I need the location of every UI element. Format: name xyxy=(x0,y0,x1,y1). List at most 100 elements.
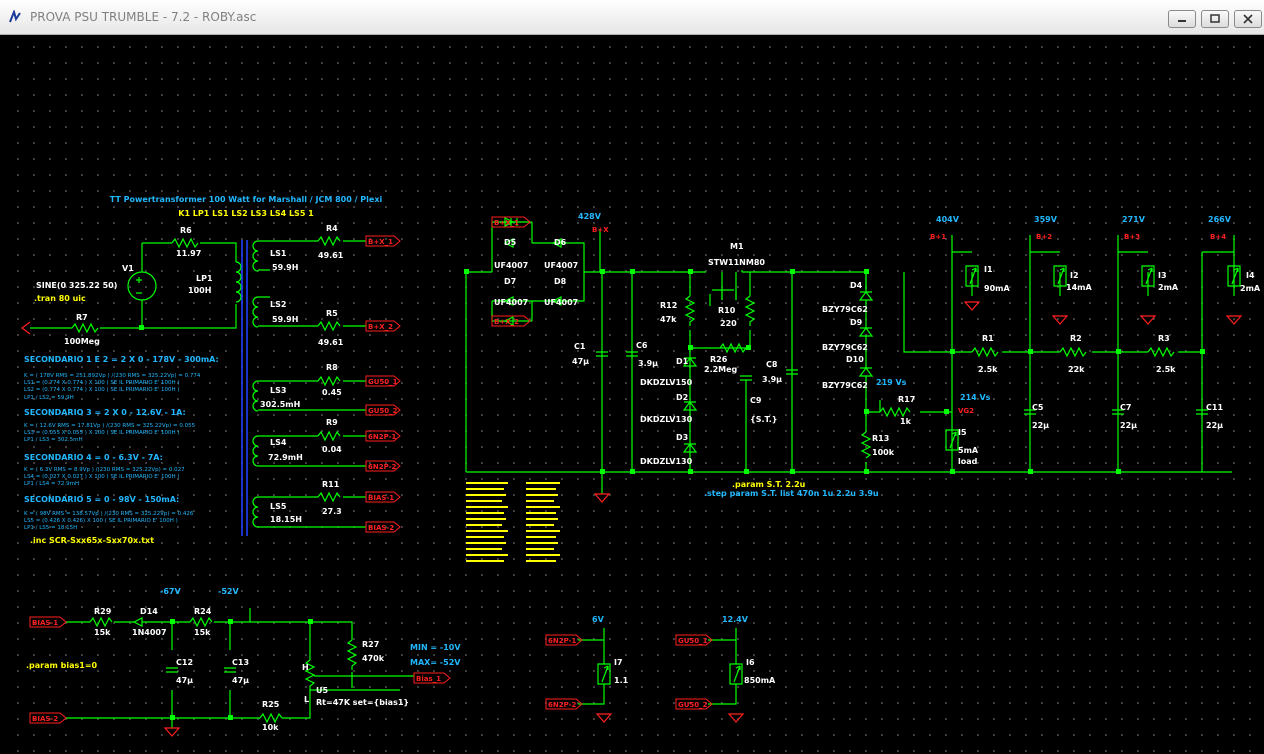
model-directive-block xyxy=(466,482,560,562)
note-sec12-title: SECONDARIO 1 E 2 = 2 X 0 - 178V - 300mA: xyxy=(24,355,219,364)
wires xyxy=(30,221,1235,728)
close-button[interactable] xyxy=(1234,10,1262,28)
voltage-minus67: -67V xyxy=(160,587,181,596)
c11-label: C11 xyxy=(1206,403,1223,412)
header-title: TT Powertransformer 100 Watt for Marshal… xyxy=(110,195,383,204)
ls4-label: LS4 xyxy=(270,438,287,447)
net-bias2-in: BIAS-2 xyxy=(32,715,58,723)
r3-label: R3 xyxy=(1158,334,1170,343)
ls1-label: LS1 xyxy=(270,249,287,258)
net-bias1-in: BIAS-1 xyxy=(32,619,58,627)
r4-label: R4 xyxy=(326,224,338,233)
net-bp1: B+1 xyxy=(930,233,946,241)
r24-label: R24 xyxy=(194,607,212,616)
r12-value: 47k xyxy=(660,315,677,324)
d2-label: D2 xyxy=(676,393,688,402)
close-icon xyxy=(1243,14,1253,24)
header-coupling: K1 LP1 LS1 LS2 LS3 LS4 LS5 1 xyxy=(178,209,314,218)
voltage-214: 214 Vs xyxy=(960,393,991,402)
note-sec4-line: LP1 / LS4 = 72.9mH xyxy=(24,481,79,487)
r25-label: R25 xyxy=(262,700,280,709)
note-sec3-line: K = ( 12.6V RMS = 17.81Vp ) /(230 RMS = … xyxy=(24,423,196,429)
c8-label: C8 xyxy=(766,360,778,369)
i3-label: I3 xyxy=(1158,271,1167,280)
r26-label: R26 xyxy=(710,355,728,364)
note-sec4-line: LS4 = (0.027 X 0.027 ) X 100 ( SE IL PRI… xyxy=(24,474,180,480)
c7-value: 22µ xyxy=(1120,421,1137,430)
i4-label: I4 xyxy=(1246,271,1255,280)
v1-label: V1 xyxy=(122,264,134,273)
note-sec4-line: K = ( 6.3V RMS = 8.9Vp ) /(230 RMS = 325… xyxy=(24,467,185,473)
note-sec5-line: LS5 = (0.426 X 0.426) X 100 ( SE IL PRIM… xyxy=(24,518,178,524)
note-sec12-line: K = ( 178V RMS = 251.892Vp ) /(230 RMS =… xyxy=(24,373,201,379)
d10-value: BZY79C62 xyxy=(822,381,868,390)
app-icon xyxy=(9,10,21,23)
ls1-value: 59.9H xyxy=(272,263,298,272)
ls2-value: 59.9H xyxy=(272,315,298,324)
r1-value: 2.5k xyxy=(978,365,998,374)
note-sec5-title: SECONDARIO 5 = 0 - 98V - 150mA: xyxy=(24,495,179,504)
note-sec5-line: K = ( 98V RMS = 138.57Vp ) /(230 RMS = 3… xyxy=(24,511,194,517)
voltage-12-4: 12.4V xyxy=(722,615,749,624)
r17-value: 1k xyxy=(900,417,912,426)
d1-label: D1 xyxy=(676,357,689,366)
minimize-icon xyxy=(1178,20,1186,22)
i5-load: load xyxy=(958,457,978,466)
note-sec12-line: LP1 / LS2 = 59.9H xyxy=(24,395,74,401)
r13-label: R13 xyxy=(872,434,889,443)
r9-value: 0.04 xyxy=(322,445,342,454)
restore-button[interactable] xyxy=(1201,10,1229,28)
voltage-6: 6V xyxy=(592,615,605,624)
minimize-button[interactable] xyxy=(1168,10,1196,28)
d1-value: DKDZLV150 xyxy=(640,378,693,387)
r5-label: R5 xyxy=(326,309,338,318)
param-bias: .param bias1=0 xyxy=(26,661,98,670)
r2-value: 22k xyxy=(1068,365,1085,374)
ls4-value: 72.9mH xyxy=(268,453,303,462)
note-sec4-title: SECONDARIO 4 = 0 - 6.3V - 7A: xyxy=(24,453,163,462)
net-bx: B+X xyxy=(592,226,609,234)
net-bxx1-out: B+X_1 xyxy=(368,238,393,246)
d2-value: DKDZLV130 xyxy=(640,415,693,424)
voltage-266: 266V xyxy=(1208,215,1232,224)
d5-value: UF4007 xyxy=(494,261,528,270)
lp1-value: 100H xyxy=(188,286,211,295)
note-sec12-line: LS1 = (0.774 X 0.774 ) X 100 ( SE IL PRI… xyxy=(24,380,180,386)
c6-value: 3.9µ xyxy=(638,359,658,368)
m1-value: STW11NM80 xyxy=(708,258,765,267)
r2-label: R2 xyxy=(1070,334,1082,343)
note-sec5-line: LP1 / LS5 = 18.15H xyxy=(24,525,77,531)
r6-value: 11.97 xyxy=(176,249,201,258)
i1-value: 90mA xyxy=(984,284,1010,293)
transformer-core xyxy=(241,240,248,536)
r17-label: R17 xyxy=(898,395,915,404)
net-gu50-1-in: GU50_1 xyxy=(678,637,708,645)
i2-label: I2 xyxy=(1070,271,1079,280)
i6-label: I6 xyxy=(746,658,755,667)
d8-value: UF4007 xyxy=(544,298,578,307)
step-directive: .step param S.T. list 470n 1u 2.2u 3.9u xyxy=(704,489,879,498)
u5-pin-l: L xyxy=(304,695,309,704)
d6-value: UF4007 xyxy=(544,261,578,270)
r5-value: 49.61 xyxy=(318,338,344,347)
c9-value: {S.T.} xyxy=(750,415,777,424)
ltspice-window: PROVA PSU TRUMBLE - 7.2 - ROBY.asc TT Po… xyxy=(0,0,1264,754)
voltage-428: 428V xyxy=(578,212,602,221)
title-bar[interactable]: PROVA PSU TRUMBLE - 7.2 - ROBY.asc xyxy=(0,0,1264,35)
net-bxx1-in: B+X_1 xyxy=(494,219,519,227)
voltage-minus52: -52V xyxy=(218,587,239,596)
schematic[interactable]: TT Powertransformer 100 Watt for Marshal… xyxy=(8,35,1264,754)
schematic-canvas[interactable]: TT Powertransformer 100 Watt for Marshal… xyxy=(8,35,1264,754)
ls2-label: LS2 xyxy=(270,300,286,309)
net-bxx2-out: B+X_2 xyxy=(368,323,393,331)
c5-label: C5 xyxy=(1032,403,1044,412)
net-bp2: B+2 xyxy=(1036,233,1052,241)
net-bp4: B+4 xyxy=(1210,233,1226,241)
note-sec3-line: LS3 = (0.055 X 0.055 ) X 100 ( SE IL PRI… xyxy=(24,430,180,436)
d5-label: D5 xyxy=(504,238,517,247)
net-6n2p1-out: 6N2P-1 xyxy=(368,433,397,441)
window-title: PROVA PSU TRUMBLE - 7.2 - ROBY.asc xyxy=(30,10,257,24)
net-bxx2-in: B+X_2 xyxy=(494,318,519,326)
net-bias1-out: BIAS-1 xyxy=(368,494,394,502)
r27-value: 470k xyxy=(362,654,385,663)
